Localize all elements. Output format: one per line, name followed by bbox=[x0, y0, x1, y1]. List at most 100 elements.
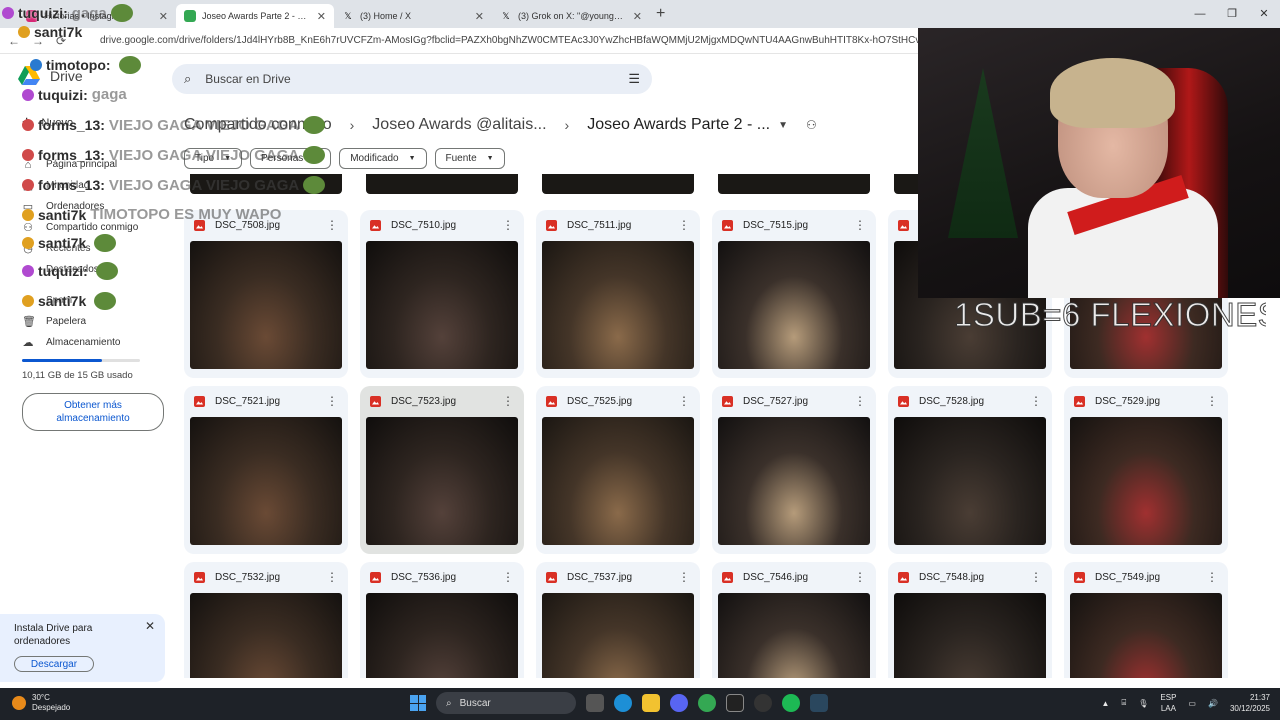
photo-thumbnail[interactable] bbox=[1070, 593, 1222, 678]
file-name[interactable]: DSC_7528.jpg bbox=[919, 396, 1020, 407]
file-name[interactable]: DSC_7536.jpg bbox=[391, 572, 492, 583]
more-options-icon[interactable]: ⋮ bbox=[1030, 394, 1042, 408]
partial-thumbnail[interactable] bbox=[542, 174, 694, 194]
more-options-icon[interactable]: ⋮ bbox=[1206, 570, 1218, 584]
capcut-icon[interactable] bbox=[726, 694, 744, 712]
filter-modified[interactable]: Modificado ▼ bbox=[339, 148, 427, 169]
chevron-up-icon[interactable]: ▲ bbox=[1102, 699, 1110, 708]
sidebar-item-my-drive[interactable]: ▣ Mi unidad bbox=[0, 175, 172, 196]
sidebar-item-shared[interactable]: ⚇ Compartido conmigo bbox=[0, 217, 172, 238]
close-tab-icon[interactable]: ✕ bbox=[633, 10, 642, 23]
tab-x-home[interactable]: 𝕏 (3) Home / X ✕ bbox=[334, 4, 492, 28]
more-options-icon[interactable]: ⋮ bbox=[854, 570, 866, 584]
photo-thumbnail[interactable] bbox=[542, 593, 694, 678]
file-card[interactable]: DSC_7508.jpg ⋮ bbox=[184, 210, 348, 378]
more-options-icon[interactable]: ⋮ bbox=[502, 570, 514, 584]
file-card[interactable]: DSC_7528.jpg ⋮ bbox=[888, 386, 1052, 554]
tab-instagram[interactable]: Historias • Instagram ✕ bbox=[18, 4, 176, 28]
photo-thumbnail[interactable] bbox=[894, 593, 1046, 678]
steam-icon[interactable] bbox=[810, 694, 828, 712]
sidebar-item-computers[interactable]: ▭ Ordenadores bbox=[0, 196, 172, 217]
photo-thumbnail[interactable] bbox=[190, 417, 342, 545]
weather-widget[interactable]: 30°C Despejado bbox=[12, 693, 70, 713]
close-tab-icon[interactable]: ✕ bbox=[159, 10, 168, 23]
sidebar-item-home[interactable]: ⌂ Página principal bbox=[0, 154, 172, 175]
file-card[interactable]: DSC_7548.jpg ⋮ bbox=[888, 562, 1052, 678]
photo-thumbnail[interactable] bbox=[718, 417, 870, 545]
spotify-icon[interactable] bbox=[782, 694, 800, 712]
volume-icon[interactable]: 🔊 bbox=[1208, 699, 1218, 708]
sidebar-item-starred[interactable]: ☆ Destacados bbox=[0, 259, 172, 280]
file-explorer-icon[interactable] bbox=[642, 694, 660, 712]
file-card[interactable]: DSC_7515.jpg ⋮ bbox=[712, 210, 876, 378]
photo-thumbnail[interactable] bbox=[190, 593, 342, 678]
sidebar-item-storage[interactable]: ☁ Almacenamiento bbox=[0, 332, 172, 353]
more-options-icon[interactable]: ⋮ bbox=[1030, 570, 1042, 584]
file-card[interactable]: DSC_7521.jpg ⋮ bbox=[184, 386, 348, 554]
file-card[interactable]: DSC_7511.jpg ⋮ bbox=[536, 210, 700, 378]
filter-source[interactable]: Fuente ▼ bbox=[434, 148, 505, 169]
file-name[interactable]: DSC_7527.jpg bbox=[743, 396, 844, 407]
photo-thumbnail[interactable] bbox=[190, 241, 342, 369]
sidebar-item-spam[interactable]: ⊘ Spam bbox=[0, 290, 172, 311]
file-name[interactable]: DSC_7510.jpg bbox=[391, 220, 492, 231]
file-name[interactable]: DSC_7548.jpg bbox=[919, 572, 1020, 583]
get-more-storage-button[interactable]: Obtener más almacenamiento bbox=[22, 393, 164, 431]
file-name[interactable]: DSC_7529.jpg bbox=[1095, 396, 1196, 407]
shared-folder-icon[interactable]: ⚇ bbox=[806, 118, 817, 132]
file-card[interactable]: DSC_7532.jpg ⋮ bbox=[184, 562, 348, 678]
more-options-icon[interactable]: ⋮ bbox=[678, 394, 690, 408]
photo-thumbnail[interactable] bbox=[718, 241, 870, 369]
chrome-icon[interactable] bbox=[698, 694, 716, 712]
more-options-icon[interactable]: ⋮ bbox=[502, 218, 514, 232]
clock[interactable]: 21:37 30/12/2025 bbox=[1230, 692, 1270, 714]
photo-thumbnail[interactable] bbox=[894, 417, 1046, 545]
file-card[interactable]: DSC_7536.jpg ⋮ bbox=[360, 562, 524, 678]
photo-thumbnail[interactable] bbox=[1070, 417, 1222, 545]
photo-thumbnail[interactable] bbox=[366, 417, 518, 545]
display-icon[interactable]: ▭ bbox=[1188, 699, 1196, 708]
sidebar-item-trash[interactable]: 🗑 Papelera bbox=[0, 311, 172, 332]
language-indicator[interactable]: ESP LAA bbox=[1160, 692, 1176, 714]
more-options-icon[interactable]: ⋮ bbox=[678, 218, 690, 232]
file-name[interactable]: DSC_7515.jpg bbox=[743, 220, 844, 231]
breadcrumb-current[interactable]: Joseo Awards Parte 2 - ... bbox=[587, 116, 770, 134]
file-card[interactable]: DSC_7527.jpg ⋮ bbox=[712, 386, 876, 554]
back-icon[interactable]: ← bbox=[8, 34, 20, 48]
maximize-icon[interactable]: ❐ bbox=[1216, 0, 1248, 28]
photo-thumbnail[interactable] bbox=[718, 593, 870, 678]
url-field[interactable]: drive.google.com/drive/folders/1Jd4lHYrb… bbox=[100, 35, 920, 46]
obs-icon[interactable] bbox=[754, 694, 772, 712]
file-name[interactable]: DSC_7537.jpg bbox=[567, 572, 668, 583]
filter-people[interactable]: Personas ▼ bbox=[250, 148, 332, 169]
file-name[interactable]: DSC_7511.jpg bbox=[567, 220, 668, 231]
new-button[interactable]: + Nuevo bbox=[0, 110, 172, 136]
tab-grok[interactable]: 𝕏 (3) Grok on X: "@youngmirko3 ✕ bbox=[492, 4, 650, 28]
breadcrumb-item[interactable]: Compartido conmigo bbox=[184, 116, 332, 134]
windows-start-icon[interactable] bbox=[410, 695, 426, 711]
taskbar-search[interactable]: ⌕ Buscar bbox=[436, 692, 576, 714]
drive-logo[interactable]: Drive bbox=[18, 66, 83, 86]
filter-options-icon[interactable]: ☰ bbox=[628, 71, 640, 87]
more-options-icon[interactable]: ⋮ bbox=[854, 394, 866, 408]
file-card[interactable]: DSC_7549.jpg ⋮ bbox=[1064, 562, 1228, 678]
partial-thumbnail[interactable] bbox=[718, 174, 870, 194]
file-card[interactable]: DSC_7529.jpg ⋮ bbox=[1064, 386, 1228, 554]
download-button[interactable]: Descargar bbox=[14, 656, 94, 672]
file-name[interactable]: DSC_7521.jpg bbox=[215, 396, 316, 407]
file-card[interactable]: DSC_7510.jpg ⋮ bbox=[360, 210, 524, 378]
more-options-icon[interactable]: ⋮ bbox=[502, 394, 514, 408]
edge-icon[interactable] bbox=[614, 694, 632, 712]
file-card[interactable]: DSC_7537.jpg ⋮ bbox=[536, 562, 700, 678]
close-icon[interactable]: ✕ bbox=[145, 619, 155, 633]
more-options-icon[interactable]: ⋮ bbox=[678, 570, 690, 584]
discord-icon[interactable] bbox=[670, 694, 688, 712]
file-card[interactable]: DSC_7546.jpg ⋮ bbox=[712, 562, 876, 678]
file-name[interactable]: DSC_7508.jpg bbox=[215, 220, 316, 231]
close-tab-icon[interactable]: ✕ bbox=[317, 10, 326, 23]
file-name[interactable]: DSC_7532.jpg bbox=[215, 572, 316, 583]
more-options-icon[interactable]: ⋮ bbox=[326, 218, 338, 232]
file-card[interactable]: DSC_7525.jpg ⋮ bbox=[536, 386, 700, 554]
file-name[interactable]: DSC_7549.jpg bbox=[1095, 572, 1196, 583]
more-options-icon[interactable]: ⋮ bbox=[326, 570, 338, 584]
